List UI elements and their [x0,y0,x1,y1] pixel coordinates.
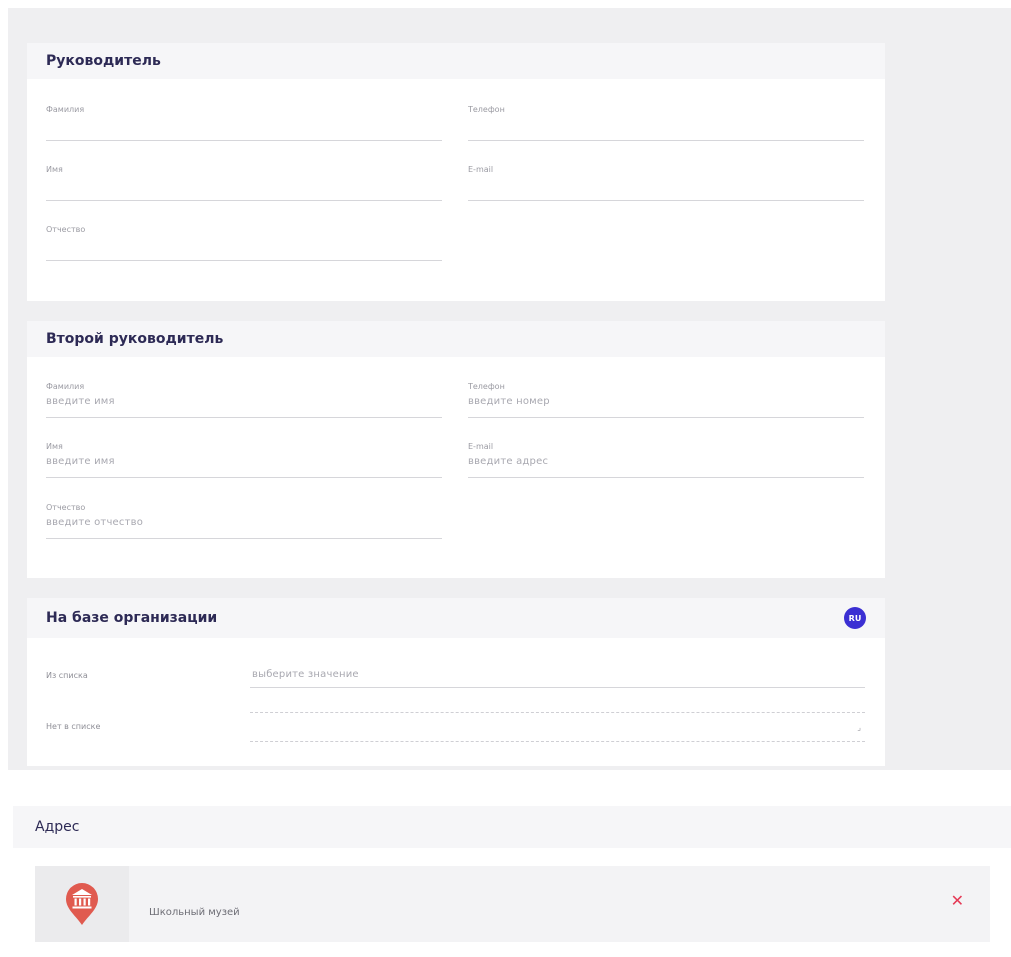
head1-email-label: E-mail [468,165,494,174]
address-header: Адрес [13,806,1011,848]
card-head2: Второй руководитель Фамилия введите имя … [27,321,885,578]
address-item[interactable]: Школьный музей ✕ [35,866,990,942]
head1-patronymic-field[interactable]: Отчество [46,223,442,261]
card-head2-title: Второй руководитель [46,331,224,347]
resize-handle-icon[interactable]: ⌟ [857,723,861,732]
card-org-title: На базе организации [46,610,218,626]
head2-email-field[interactable]: E-mail введите адрес [468,440,864,478]
org-from-list-label: Из списка [46,671,88,680]
head1-email-field[interactable]: E-mail [468,163,864,201]
head2-patronymic-label: Отчество [46,503,86,512]
head2-patronymic-input[interactable]: введите отчество [46,517,143,528]
card-org: На базе организации RU Из списка выберит… [27,598,885,766]
head1-lastname-label: Фамилия [46,105,85,114]
head1-phone-field[interactable]: Телефон [468,103,864,141]
head1-phone-label: Телефон [468,105,505,114]
head2-firstname-input[interactable]: введите имя [46,456,115,467]
head2-email-label: E-mail [468,442,494,451]
head2-lastname-label: Фамилия [46,382,85,391]
address-title: Адрес [35,819,80,835]
card-head1: Руководитель Фамилия Имя Отчество Телефо… [27,43,885,301]
head2-phone-input[interactable]: введите номер [468,396,550,407]
card-org-header: На базе организации RU [27,598,885,638]
head2-phone-label: Телефон [468,382,505,391]
org-not-in-list-label: Нет в списке [46,722,101,731]
address-icon-box [35,866,129,942]
head2-firstname-field[interactable]: Имя введите имя [46,440,442,478]
head2-lastname-input[interactable]: введите имя [46,396,115,407]
card-head2-header: Второй руководитель [27,321,885,357]
museum-pin-icon [66,883,98,925]
head1-firstname-field[interactable]: Имя [46,163,442,201]
close-icon[interactable]: ✕ [951,893,964,909]
org-from-list-select[interactable]: выберите значение [250,662,865,688]
head2-firstname-label: Имя [46,442,63,451]
address-section: Адрес Школьный музей ✕ [13,806,1011,957]
ru-language-badge[interactable]: RU [844,607,866,629]
head2-patronymic-field[interactable]: Отчество введите отчество [46,501,442,539]
card-head1-header: Руководитель [27,43,885,79]
head2-email-input[interactable]: введите адрес [468,456,548,467]
head1-lastname-field[interactable]: Фамилия [46,103,442,141]
head1-patronymic-label: Отчество [46,225,86,234]
address-item-name: Школьный музей [149,906,240,918]
head2-phone-field[interactable]: Телефон введите номер [468,380,864,418]
card-head1-title: Руководитель [46,53,161,69]
head1-firstname-label: Имя [46,165,63,174]
org-not-in-list-input[interactable]: ⌟ [250,712,865,742]
head2-lastname-field[interactable]: Фамилия введите имя [46,380,442,418]
org-from-list-placeholder: выберите значение [252,669,359,680]
